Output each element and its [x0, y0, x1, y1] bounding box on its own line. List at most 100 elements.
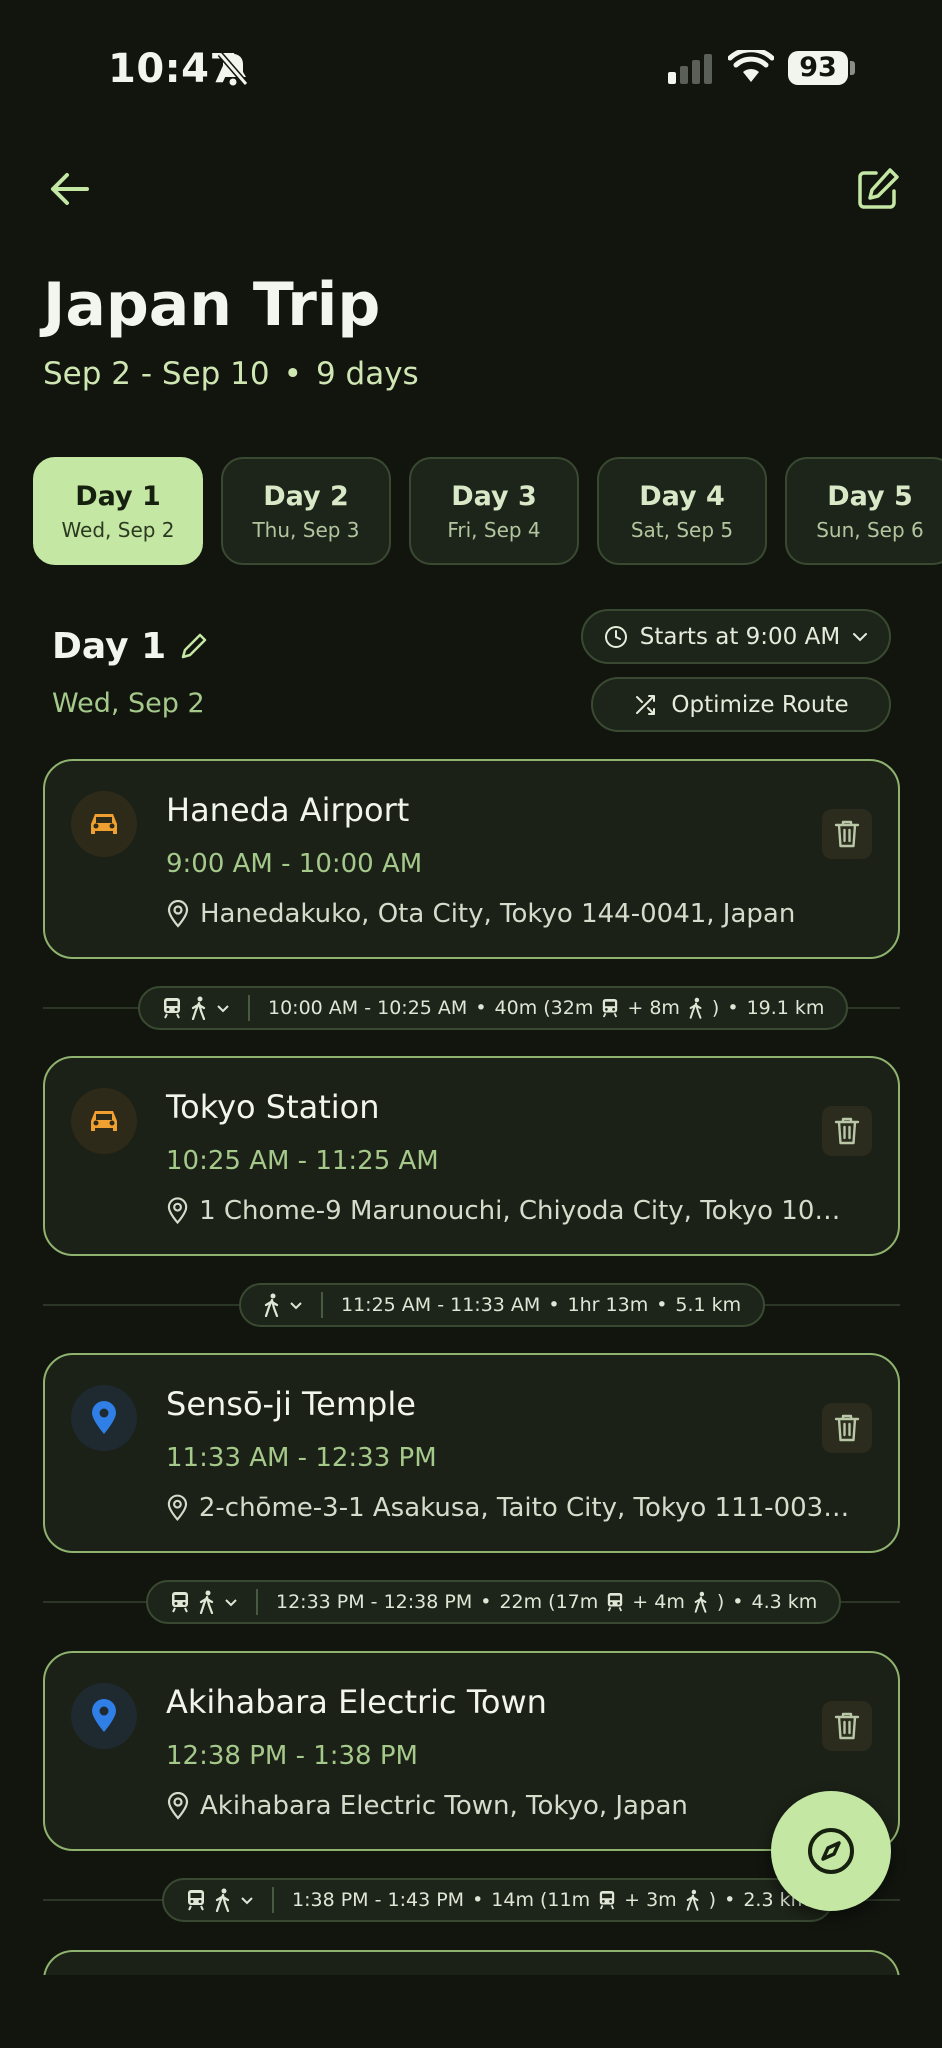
bottom-area	[0, 1975, 942, 2048]
chip-separator	[321, 1292, 323, 1318]
stop-address-text: 1 Chome-9 Marunouchi, Chiyoda City, Toky…	[199, 1196, 856, 1226]
train-icon	[164, 998, 180, 1019]
trash-icon	[834, 1117, 860, 1145]
stop-address-text: Hanedakuko, Ota City, Tokyo 144-0041, Ja…	[200, 899, 796, 929]
stop-time: 12:38 PM - 1:38 PM	[166, 1741, 418, 1771]
battery-tip	[850, 61, 855, 75]
trash-icon	[834, 1414, 860, 1442]
bullet-sep: •	[472, 1889, 484, 1911]
tab-day-1[interactable]: Day 1 Wed, Sep 2	[33, 457, 203, 565]
route-duration: 40m (32m	[494, 997, 594, 1019]
optimize-route-label: Optimize Route	[671, 691, 849, 718]
map-pin-outline-icon	[167, 1197, 188, 1225]
bullet-sep: •	[732, 1591, 744, 1613]
route-chip[interactable]: 1:38 PM - 1:43 PM • 14m (11m + 3m ) • 2.3 km	[162, 1878, 834, 1922]
train-icon	[603, 999, 618, 1018]
stop-card[interactable]: Haneda Airport 9:00 AM - 10:00 AM Haneda…	[43, 759, 900, 959]
car-icon	[91, 1111, 117, 1131]
separator-dot: •	[283, 356, 302, 392]
bullet-sep: •	[727, 997, 739, 1019]
optimize-route-button[interactable]: Optimize Route	[591, 677, 891, 732]
tab-label: Day 1	[75, 480, 161, 512]
tab-date: Fri, Sep 4	[447, 517, 541, 542]
tab-day-3[interactable]: Day 3 Fri, Sep 4	[409, 457, 579, 565]
tab-day-4[interactable]: Day 4 Sat, Sep 5	[597, 457, 767, 565]
route-connector: 12:33 PM - 12:38 PM • 22m (17m + 4m ) • 4.3 …	[43, 1580, 900, 1624]
stop-address-text: Akihabara Electric Town, Tokyo, Japan	[200, 1791, 688, 1821]
tab-date: Wed, Sep 2	[61, 517, 175, 542]
day-tabs: Day 1 Wed, Sep 2 Day 2 Thu, Sep 3 Day 3 …	[33, 457, 942, 565]
stop-name: Haneda Airport	[166, 791, 410, 829]
route-chip[interactable]: 11:25 AM - 11:33 AM • 1hr 13m • 5.1 km	[239, 1283, 766, 1327]
stop-time: 9:00 AM - 10:00 AM	[166, 849, 423, 879]
route-time: 11:25 AM - 11:33 AM	[341, 1294, 541, 1316]
chip-separator	[272, 1887, 274, 1913]
stop-type-badge	[71, 1683, 137, 1749]
route-chip[interactable]: 12:33 PM - 12:38 PM • 22m (17m + 4m ) • 4.3 …	[146, 1580, 842, 1624]
walk-icon	[689, 997, 702, 1019]
trip-title: Japan Trip	[43, 270, 381, 340]
route-paren-close: )	[716, 1591, 725, 1613]
trash-icon	[834, 820, 860, 848]
tab-day-2[interactable]: Day 2 Thu, Sep 3	[221, 457, 391, 565]
tab-label: Day 3	[451, 480, 537, 512]
bullet-sep: •	[475, 997, 487, 1019]
edit-trip-button[interactable]	[846, 160, 910, 218]
tab-label: Day 4	[639, 480, 725, 512]
chevron-down-icon	[290, 1301, 302, 1309]
tab-date: Sun, Sep 6	[816, 517, 924, 542]
route-walk-duration: + 3m	[624, 1889, 677, 1911]
trash-icon	[834, 1712, 860, 1740]
tab-label: Day 2	[263, 480, 349, 512]
train-icon	[172, 1592, 188, 1613]
chip-separator	[248, 995, 250, 1021]
route-duration: 22m (17m	[499, 1591, 599, 1613]
stop-address: Hanedakuko, Ota City, Tokyo 144-0041, Ja…	[166, 899, 856, 929]
navigate-fab[interactable]	[771, 1791, 891, 1911]
bell-muted-icon	[217, 52, 249, 86]
stop-name: Tokyo Station	[166, 1088, 380, 1126]
delete-stop-button[interactable]	[822, 809, 872, 859]
delete-stop-button[interactable]	[822, 1106, 872, 1156]
stop-type-badge	[71, 1385, 137, 1451]
bullet-sep: •	[548, 1294, 560, 1316]
route-connector: 10:00 AM - 10:25 AM • 40m (32m + 8m ) • 19.1…	[43, 986, 900, 1030]
stop-card[interactable]: Sensō-ji Temple 11:33 AM - 12:33 PM 2-ch…	[43, 1353, 900, 1553]
back-button[interactable]	[40, 160, 98, 218]
walk-icon	[191, 996, 206, 1020]
bullet-sep: •	[724, 1889, 736, 1911]
delete-stop-button[interactable]	[822, 1701, 872, 1751]
route-walk-duration: + 4m	[632, 1591, 685, 1613]
stop-address: Akihabara Electric Town, Tokyo, Japan	[166, 1791, 856, 1821]
compass-icon	[808, 1828, 854, 1874]
stop-card[interactable]: Tokyo Station 10:25 AM - 11:25 AM 1 Chom…	[43, 1056, 900, 1256]
walk-icon	[686, 1889, 699, 1911]
tab-label: Day 5	[827, 480, 913, 512]
stop-name: Sensō-ji Temple	[166, 1385, 416, 1423]
walk-icon	[694, 1591, 707, 1613]
map-pin-outline-icon	[167, 1792, 189, 1820]
stop-type-badge	[71, 791, 137, 857]
trip-duration: 9 days	[315, 356, 419, 392]
clock-icon	[604, 625, 627, 648]
route-connector: 11:25 AM - 11:33 AM • 1hr 13m • 5.1 km	[43, 1283, 900, 1327]
start-time-label: Starts at 9:00 AM	[639, 623, 841, 650]
start-time-dropdown[interactable]: Starts at 9:00 AM	[581, 609, 891, 664]
route-distance: 5.1 km	[675, 1294, 742, 1316]
route-chip[interactable]: 10:00 AM - 10:25 AM • 40m (32m + 8m ) • 19.1…	[138, 986, 849, 1030]
stop-address: 2-chōme-3-1 Asakusa, Taito City, Tokyo 1…	[166, 1493, 856, 1523]
route-connector: 1:38 PM - 1:43 PM • 14m (11m + 3m ) • 2.3 km	[43, 1878, 900, 1922]
delete-stop-button[interactable]	[822, 1403, 872, 1453]
arrow-left-icon	[51, 173, 89, 205]
pencil-icon[interactable]	[180, 632, 208, 660]
stop-time: 10:25 AM - 11:25 AM	[166, 1146, 439, 1176]
chip-separator	[256, 1589, 258, 1615]
location-pin-icon	[92, 1401, 116, 1434]
chevron-down-icon	[217, 1004, 229, 1012]
walk-icon	[215, 1888, 230, 1912]
wifi-icon	[728, 50, 774, 82]
stop-card[interactable]: Akihabara Electric Town 12:38 PM - 1:38 …	[43, 1651, 900, 1851]
walk-icon	[199, 1590, 214, 1614]
map-pin-outline-icon	[167, 1494, 188, 1521]
tab-day-5[interactable]: Day 5 Sun, Sep 6	[785, 457, 942, 565]
